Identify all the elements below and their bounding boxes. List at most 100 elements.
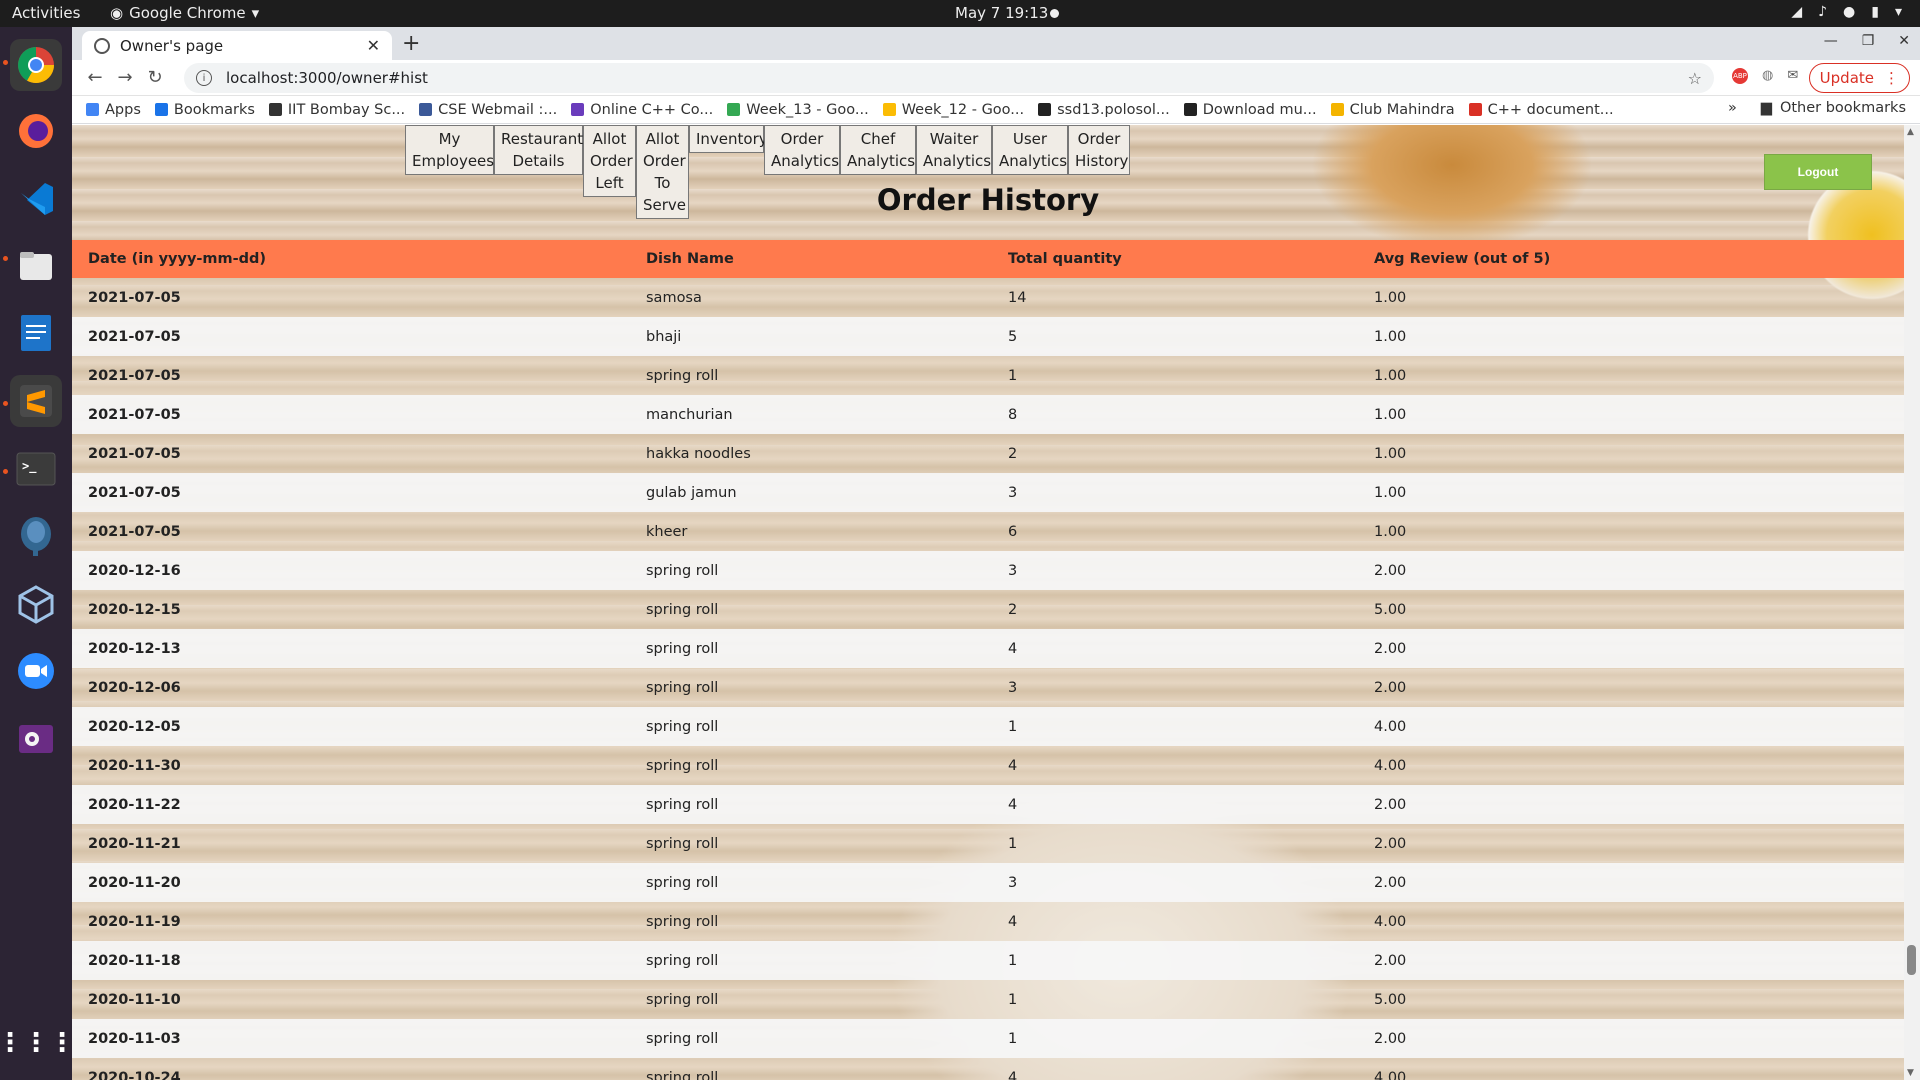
bookmark-favicon-icon [1330,103,1344,116]
table-row: 2020-11-30 spring roll 4 4.00 [72,746,1904,785]
address-bar[interactable]: i localhost:3000/owner#hist ☆ [184,63,1714,93]
minimize-icon[interactable]: — [1824,33,1838,49]
nav-chef-analytics-button[interactable]: Chef Analytics [840,125,916,175]
cell-avg-review: 4.00 [1358,746,1904,785]
table-row: 2021-07-05 samosa 14 1.00 [72,278,1904,317]
app-grid-icon[interactable]: ⋮⋮⋮ [0,1017,75,1069]
cell-avg-review: 2.00 [1358,668,1904,707]
bookmark-favicon-icon [268,103,282,116]
cell-avg-review: 1.00 [1358,317,1904,356]
bookmark-label: ssd13.polosol... [1057,101,1170,118]
bookmark-item[interactable]: C++ document... [1468,102,1614,118]
bookmark-star-icon[interactable]: ☆ [1688,69,1702,88]
bookmark-item[interactable]: Apps [86,102,141,118]
sublime-text-icon[interactable] [10,375,62,427]
bookmark-favicon-icon [571,103,585,116]
table-row: 2020-12-15 spring roll 2 5.00 [72,590,1904,629]
postgresql-icon[interactable] [10,510,62,562]
bookmark-item[interactable]: Club Mahindra [1330,102,1455,118]
scroll-up-icon[interactable]: ▲ [1907,127,1914,137]
cell-dish-name: spring roll [630,1019,992,1058]
activities-button[interactable]: Activities [12,4,80,22]
cell-quantity: 2 [992,434,1358,473]
cell-date: 2020-11-22 [72,785,630,824]
bookmark-label: IIT Bombay Sc... [287,101,406,118]
cell-quantity: 5 [992,317,1358,356]
vscode-icon[interactable] [10,173,62,225]
files-icon[interactable] [10,240,62,292]
nav-inventory-button[interactable]: Inventory [689,125,768,153]
cell-dish-name: spring roll [630,629,992,668]
cell-quantity: 4 [992,746,1358,785]
close-icon[interactable]: ✕ [367,36,380,55]
browser-toolbar: ← → ↻ i localhost:3000/owner#hist ☆ ABP … [72,60,1920,96]
forward-icon[interactable]: → [110,67,140,88]
video-editor-icon[interactable] [10,713,62,765]
cell-avg-review: 2.00 [1358,1019,1904,1058]
scrollbar-thumb[interactable] [1907,945,1916,975]
other-bookmarks-folder[interactable]: ▆ Other bookmarks [1761,100,1906,116]
mail-extension-icon[interactable]: ✉ [1787,68,1798,86]
more-bookmarks-icon[interactable]: » [1728,100,1737,116]
cell-quantity: 4 [992,629,1358,668]
zoom-icon[interactable] [10,645,62,697]
back-icon[interactable]: ← [80,67,110,88]
page-scrollbar[interactable]: ▲ ▼ [1904,125,1920,1080]
bookmark-item[interactable]: Online C++ Co... [571,102,713,118]
bookmark-item[interactable]: Bookmarks [154,102,255,118]
tab-owners-page[interactable]: Owner's page ✕ [82,31,392,60]
writer-icon[interactable] [10,307,62,359]
cell-date: 2020-12-05 [72,707,630,746]
nav-restaurant-details-button[interactable]: Restaurant Details [494,125,583,175]
chrome-icon[interactable] [10,39,62,91]
cell-avg-review: 2.00 [1358,551,1904,590]
cell-avg-review: 5.00 [1358,980,1904,1019]
cell-date: 2020-11-21 [72,824,630,863]
info-icon[interactable]: i [196,70,212,86]
running-indicator [3,401,8,406]
bookmark-item[interactable]: Week_12 - Goo... [882,102,1024,118]
cell-date: 2021-07-05 [72,356,630,395]
system-top-bar: Activities ◉ Google Chrome ▾ May 7 19:13… [0,0,1920,27]
bookmark-label: CSE Webmail :... [438,101,558,118]
virtualbox-icon[interactable] [10,578,62,630]
bookmark-item[interactable]: IIT Bombay Sc... [268,101,406,118]
clock[interactable]: May 7 19:13 [955,4,1048,22]
nav-order-analytics-button[interactable]: Order Analytics [764,125,840,175]
update-button[interactable]: Update ⋮ [1808,63,1910,93]
cell-date: 2020-11-03 [72,1019,630,1058]
table-row: 2020-12-06 spring roll 3 2.00 [72,668,1904,707]
nav-order-history-button[interactable]: Order History [1068,125,1130,175]
nav-my-employees-button[interactable]: My Employees [405,125,494,175]
bookmark-item[interactable]: Week_13 - Goo... [727,102,869,118]
table-header-row: Date (in yyyy-mm-dd) Dish Name Total qua… [72,240,1904,278]
cell-quantity: 1 [992,824,1358,863]
cell-quantity: 1 [992,1019,1358,1058]
nav-user-analytics-button[interactable]: User Analytics [992,125,1068,175]
table-row: 2021-07-05 gulab jamun 3 1.00 [72,473,1904,512]
nav-waiter-analytics-button[interactable]: Waiter Analytics [916,125,992,175]
adblock-icon[interactable]: ABP [1732,68,1748,84]
terminal-icon[interactable]: >_ [10,443,62,495]
cell-date: 2021-07-05 [72,512,630,551]
bookmark-favicon-icon [1468,103,1482,116]
globe-extension-icon[interactable]: ◍ [1762,68,1773,86]
bookmark-favicon-icon [154,103,168,116]
restore-icon[interactable]: ❐ [1862,33,1875,49]
app-menu[interactable]: ◉ Google Chrome ▾ [110,4,259,22]
firefox-icon[interactable] [10,105,62,157]
system-tray[interactable]: ◢ ♪ ● ▮ ▾ [1791,4,1902,20]
bookmark-item[interactable]: Download mu... [1183,102,1317,118]
bookmark-item[interactable]: CSE Webmail :... [419,102,557,118]
window-controls: — ❐ ✕ [1824,33,1910,49]
bookmark-item[interactable]: ssd13.polosol... [1038,102,1170,118]
reload-icon[interactable]: ↻ [140,67,170,88]
cell-avg-review: 5.00 [1358,590,1904,629]
scroll-down-icon[interactable]: ▼ [1907,1068,1914,1078]
cell-quantity: 6 [992,512,1358,551]
cell-quantity: 3 [992,668,1358,707]
close-window-icon[interactable]: ✕ [1898,33,1910,49]
new-tab-icon[interactable]: + [402,31,420,56]
cell-date: 2020-11-20 [72,863,630,902]
bookmark-favicon-icon [882,103,896,116]
